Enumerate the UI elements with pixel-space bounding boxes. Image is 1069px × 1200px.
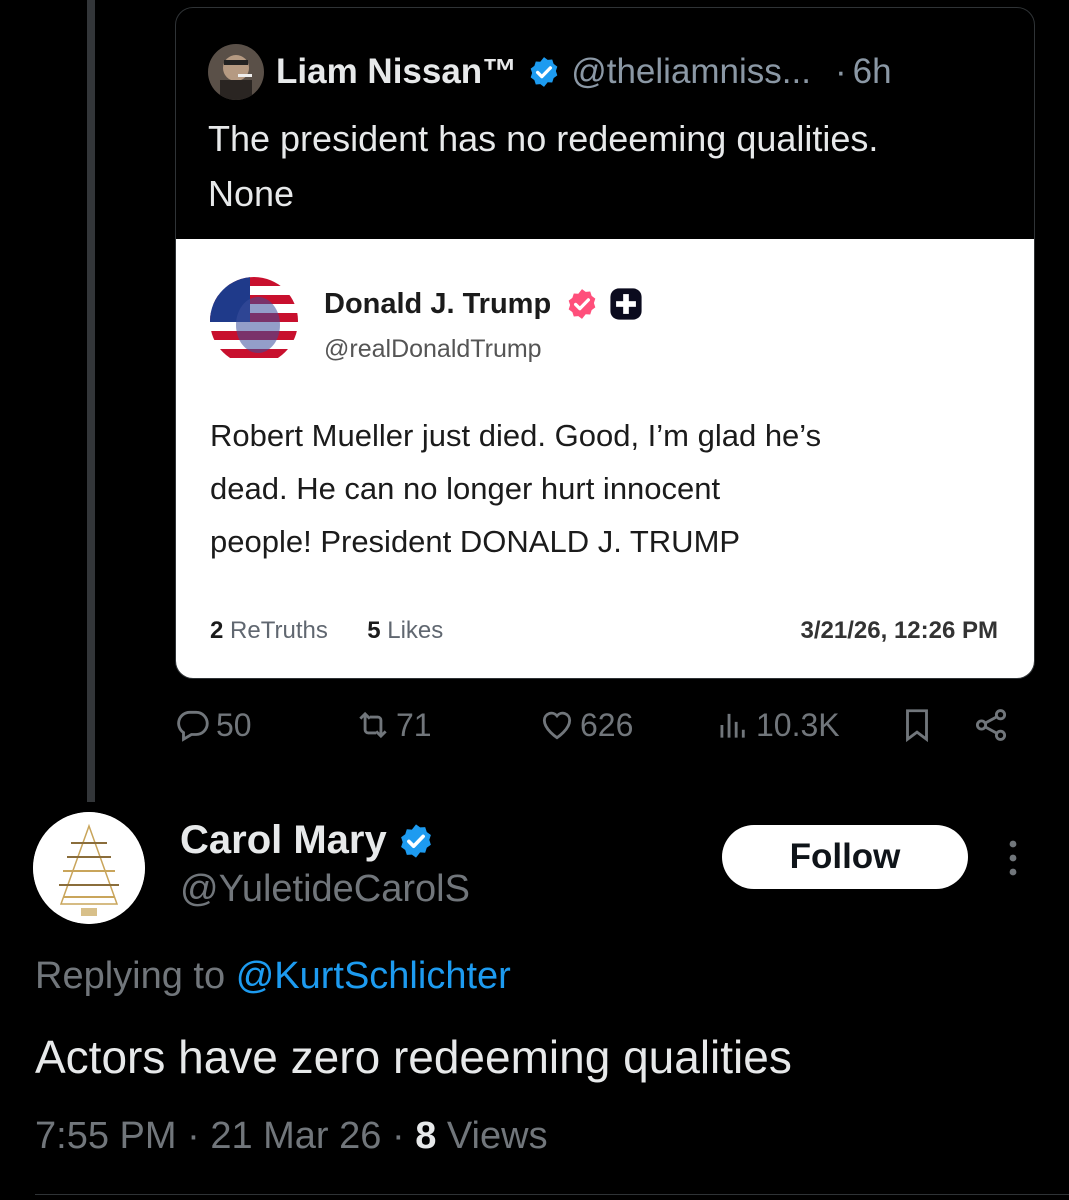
avatar[interactable] [208,44,264,100]
replying-prefix: Replying to [35,955,226,997]
reply-author-row: Carol Mary [180,818,435,863]
author-handle[interactable]: @YuletideCarolS [180,868,470,911]
reply-count: 50 [216,706,252,743]
reply-button[interactable]: 50 [174,706,252,744]
separator: · [834,52,847,91]
like-count: 626 [580,706,634,743]
text-line: dead. He can no longer hurt innocent [210,471,721,506]
heart-icon [542,711,572,740]
author-name[interactable]: Liam Nissan™ [276,52,517,92]
separator: · [391,1115,405,1157]
views-button[interactable]: 10.3K [714,706,840,744]
truth-author-row: Donald J. Trump [324,287,643,321]
reply-time[interactable]: 7:55 PM [35,1115,177,1157]
divider [35,1194,1069,1195]
more-options-icon[interactable] [998,836,1028,880]
thread-connector-line [87,0,95,802]
repost-count: 71 [396,706,432,743]
plus-badge-icon [610,288,642,320]
verified-badge-icon [568,289,596,319]
truth-text: Robert Mueller just died. Good, I’m glad… [210,409,990,568]
bookmark-button[interactable] [898,706,940,744]
author-name: Donald J. Trump [324,287,552,320]
embedded-truth-screenshot[interactable]: Donald J. Trump @realDonaldTrump Robert … [176,239,1034,678]
follow-button[interactable]: Follow [722,825,968,889]
replying-mention-link[interactable]: @KurtSchlichter [236,955,511,997]
likes-count: 5 [367,617,381,644]
author-handle[interactable]: @theliamniss... [571,52,811,92]
likes-label: Likes [387,617,444,644]
tweet-action-bar: 50 71 626 10.3K [174,706,1044,756]
avatar [210,277,298,365]
quoted-tweet-header: Liam Nissan™ @theliamniss... · 6h [208,44,892,100]
tweet-time[interactable]: 6h [853,52,892,92]
quoted-tweet-text: The president has no redeeming qualities… [208,111,1008,221]
text-line: Robert Mueller just died. Good, I’m glad… [210,418,822,453]
text-line: The president has no redeeming qualities… [208,118,879,159]
text-line: None [208,173,295,214]
share-button[interactable] [972,706,1014,744]
views-icon [720,713,745,738]
truth-stats: 2 ReTruths 5 Likes [210,617,443,645]
reply-icon [177,710,209,742]
quoted-tweet-card[interactable]: Liam Nissan™ @theliamniss... · 6h The pr… [175,7,1035,679]
repost-button[interactable]: 71 [354,706,432,744]
views-label: Views [446,1115,548,1157]
truth-datetime: 3/21/26, 12:26 PM [800,617,998,644]
verified-badge-icon [530,57,558,87]
bookmark-icon [906,709,928,743]
retruths-count: 2 [210,617,224,644]
reply-date[interactable]: 21 Mar 26 [210,1115,381,1157]
views-count: 10.3K [756,706,840,743]
separator: · [187,1115,200,1157]
avatar[interactable] [33,812,145,924]
repost-icon [359,711,387,739]
author-name[interactable]: Carol Mary [180,818,387,863]
views-count: 8 [415,1115,437,1157]
share-icon [975,709,1007,741]
text-line: people! President DONALD J. TRUMP [210,524,741,559]
verified-badge-icon [400,823,431,858]
like-button[interactable]: 626 [538,706,633,744]
retruths-label: ReTruths [230,617,328,644]
reply-text: Actors have zero redeeming qualities [35,1031,792,1083]
replying-to: Replying to @KurtSchlichter [35,955,511,998]
author-handle: @realDonaldTrump [324,335,542,363]
reply-meta: 7:55 PM · 21 Mar 26 · 8 Views [35,1115,548,1158]
